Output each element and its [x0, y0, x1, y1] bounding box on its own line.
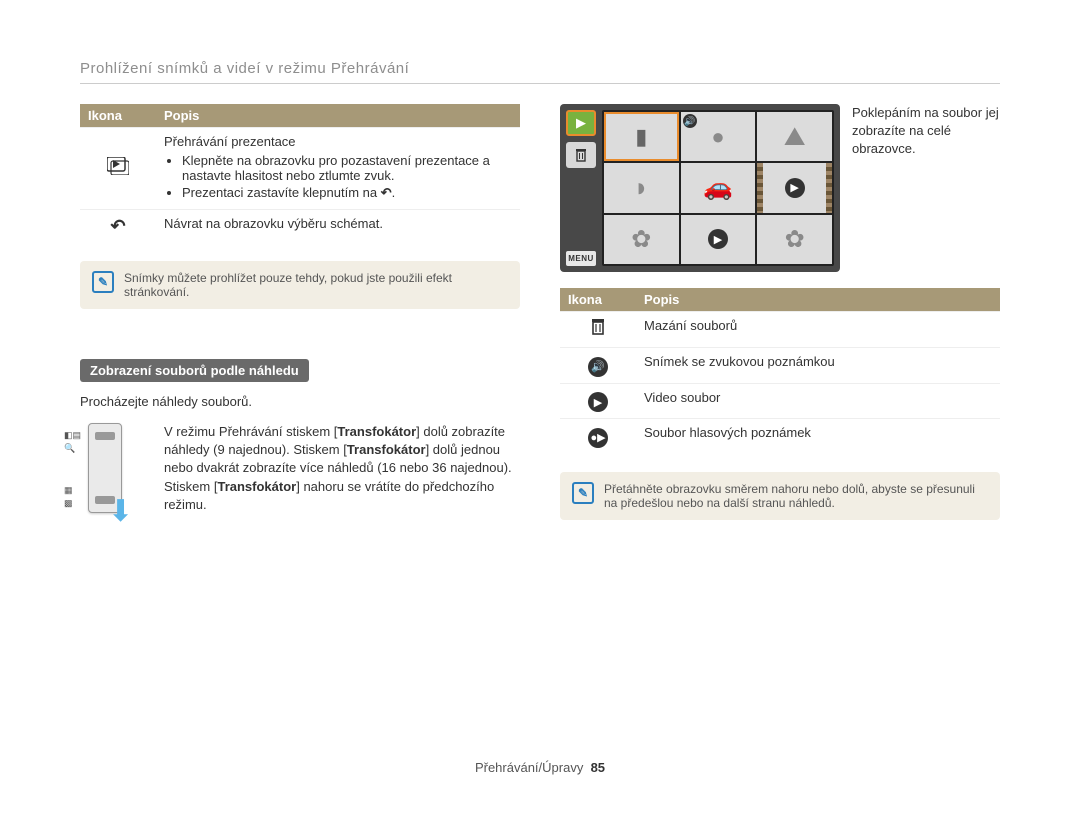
row-voice-note: Soubor hlasových poznámek: [636, 419, 1000, 454]
note-icon-r: ✎: [572, 482, 594, 504]
thumb-7[interactable]: ✿: [604, 215, 679, 264]
thumb-9[interactable]: ✿: [757, 215, 832, 264]
voice-badge-icon: ▶: [708, 229, 728, 249]
thumb-3[interactable]: ⛰: [757, 112, 832, 161]
back-icon: ↶: [80, 210, 156, 244]
thumb-2[interactable]: 🔊●: [681, 112, 756, 161]
row-video: Video soubor: [636, 383, 1000, 419]
row-sound-note: Snímek se zvukovou poznámkou: [636, 348, 1000, 384]
footer-section: Přehrávání/Úpravy: [475, 760, 583, 775]
thumb-4[interactable]: ◗: [604, 163, 679, 212]
th-desc: Popis: [156, 104, 520, 128]
zoom-in-icon: ◧▤: [64, 429, 81, 442]
screen-caption: Poklepáním na soubor jej zobrazíte na ce…: [852, 104, 1000, 159]
page-number: 85: [591, 760, 605, 775]
thumbnail-grid: ▮ 🔊● ⛰ ◗ 🚗 ▶ ✿ ▶ ✿: [602, 110, 834, 266]
arrow-down-icon: ⬇: [108, 494, 133, 529]
zoom-out-icon: ▩: [64, 497, 81, 510]
right-column: ▶ MENU ▮ 🔊● ⛰ ◗ 🚗 ▶: [560, 104, 1000, 540]
sound-badge-icon: 🔊: [683, 114, 697, 128]
screen-play-button[interactable]: ▶: [566, 110, 596, 136]
zoom-text: V režimu Přehrávání stiskem [Transfokáto…: [164, 423, 520, 514]
undo-icon: ↶: [381, 185, 392, 201]
video-icon: ▶: [560, 383, 636, 419]
slideshow-icon: [80, 128, 156, 210]
right-icon-table: Ikona Popis Mazání souborů 🔊 Snímek se z…: [560, 288, 1000, 454]
page-footer: Přehrávání/Úpravy 85: [0, 760, 1080, 775]
sub-heading: Zobrazení souborů podle náhledu: [80, 359, 309, 382]
play-badge-icon: ▶: [785, 178, 805, 198]
th-desc-r: Popis: [636, 288, 1000, 312]
th-icon-r: Ikona: [560, 288, 636, 312]
magnify-icon: 🔍: [64, 442, 81, 455]
right-note: ✎ Přetáhněte obrazovku směrem nahoru neb…: [560, 472, 1000, 520]
row-slideshow-title: Přehrávání prezentace: [164, 134, 512, 149]
delete-icon: [560, 312, 636, 348]
left-column: Ikona Popis Přehrávání prezentace: [80, 104, 520, 540]
sub-text: Procházejte náhledy souborů.: [80, 394, 520, 409]
grid-icon: ▦: [64, 484, 81, 497]
row-slideshow-desc: Přehrávání prezentace Klepněte na obrazo…: [156, 128, 520, 210]
left-icon-table: Ikona Popis Přehrávání prezentace: [80, 104, 520, 243]
menu-button[interactable]: MENU: [566, 251, 596, 266]
breadcrumb: Prohlížení snímků a videí v režimu Přehr…: [80, 60, 1000, 84]
note-icon: ✎: [92, 271, 114, 293]
left-note-text: Snímky můžete prohlížet pouze tehdy, pok…: [124, 271, 508, 299]
row-slideshow-b1: Klepněte na obrazovku pro pozastavení pr…: [182, 153, 512, 183]
row-slideshow-b2: Prezentaci zastavíte klepnutím na ↶.: [182, 185, 512, 201]
sound-note-icon: 🔊: [560, 348, 636, 384]
camera-screen: ▶ MENU ▮ 🔊● ⛰ ◗ 🚗 ▶: [560, 104, 840, 272]
screen-delete-button[interactable]: [566, 142, 596, 168]
thumb-5[interactable]: 🚗: [681, 163, 756, 212]
left-note: ✎ Snímky můžete prohlížet pouze tehdy, p…: [80, 261, 520, 309]
th-icon: Ikona: [80, 104, 156, 128]
row-back-desc: Návrat na obrazovku výběru schémat.: [156, 210, 520, 244]
right-note-text: Přetáhněte obrazovku směrem nahoru nebo …: [604, 482, 988, 510]
row-delete: Mazání souborů: [636, 312, 1000, 348]
thumb-6[interactable]: ▶: [757, 163, 832, 212]
thumb-8[interactable]: ▶: [681, 215, 756, 264]
voice-note-icon: ●▶: [560, 419, 636, 454]
zoom-illustration: ◧▤ 🔍 ▦ ▩ ⬇: [80, 423, 150, 513]
thumb-1[interactable]: ▮: [604, 112, 679, 161]
